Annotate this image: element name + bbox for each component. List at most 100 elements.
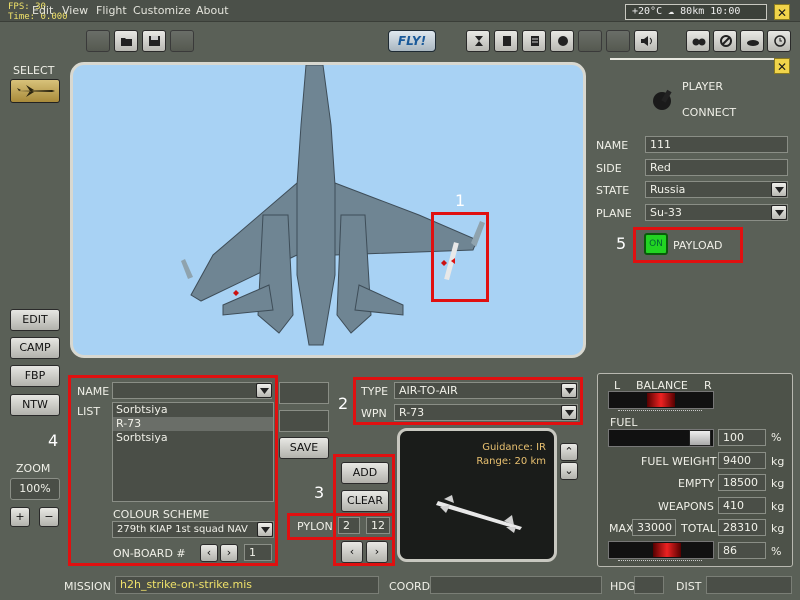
loadout-list-label: LIST xyxy=(77,405,101,418)
cg-handle[interactable] xyxy=(653,543,681,557)
annotation-2: 2 xyxy=(338,394,349,413)
clear-button[interactable]: CLEAR xyxy=(341,490,389,512)
payload-label: PAYLOAD xyxy=(673,239,723,252)
player-connect-switch[interactable] xyxy=(650,86,676,112)
preview-up-button[interactable]: ⌃ xyxy=(560,443,578,461)
side-field[interactable]: Red xyxy=(645,159,788,176)
mission-label: MISSION xyxy=(64,580,111,593)
type-select[interactable]: AIR-TO-AIR xyxy=(394,382,578,399)
type-dropdown-icon[interactable] xyxy=(561,383,577,398)
close-icon[interactable]: ✕ xyxy=(774,4,790,20)
document-icon[interactable] xyxy=(522,30,546,52)
su33-aircraft-render xyxy=(181,65,485,346)
binoculars-icon[interactable] xyxy=(686,30,710,52)
hourglass-icon[interactable] xyxy=(466,30,490,52)
clock-icon[interactable] xyxy=(767,30,791,52)
hdg-label: HDG xyxy=(610,580,636,593)
aircraft-silhouette-icon xyxy=(17,85,55,97)
new-icon[interactable] xyxy=(86,30,110,52)
payload-on-toggle[interactable]: ON xyxy=(644,233,668,255)
delete-icon[interactable] xyxy=(170,30,194,52)
wpn-dropdown-icon[interactable] xyxy=(561,405,577,420)
menu-about[interactable]: About xyxy=(196,4,229,17)
empty-value: 18500 xyxy=(718,474,766,491)
list-item-selected[interactable]: R-73 xyxy=(113,417,273,431)
wpn-label: WPN xyxy=(361,407,387,420)
no-entry-icon[interactable] xyxy=(713,30,737,52)
colour-scheme-label: COLOUR SCHEME xyxy=(113,508,210,521)
fbp-button[interactable]: FBP xyxy=(10,365,60,387)
menu-flight[interactable]: Flight xyxy=(96,4,127,17)
zoom-out-button[interactable]: − xyxy=(39,507,59,527)
select-label: SELECT xyxy=(13,64,55,77)
cg-value: 86 xyxy=(718,542,766,559)
player-label: PLAYER xyxy=(682,80,723,93)
aircraft-viewport[interactable] xyxy=(70,62,586,358)
edit-button[interactable]: EDIT xyxy=(10,309,60,331)
preview-down-button[interactable]: ⌄ xyxy=(560,462,578,480)
panel-close-icon[interactable]: ✕ xyxy=(774,58,790,74)
guidance-text: Guidance: IR xyxy=(482,442,546,453)
open-folder-icon[interactable] xyxy=(114,30,138,52)
balance-handle[interactable] xyxy=(647,393,675,407)
onboard-next-button[interactable]: › xyxy=(220,544,238,562)
onboard-value[interactable]: 1 xyxy=(244,544,272,561)
type-label: TYPE xyxy=(361,385,389,398)
menu-view[interactable]: View xyxy=(62,4,88,17)
wpn-select[interactable]: R-73 xyxy=(394,404,578,421)
loadout-name-select[interactable] xyxy=(112,382,272,399)
weapons-label: WEAPONS xyxy=(658,500,714,513)
pylon-next-button[interactable]: › xyxy=(366,541,388,563)
menu-edit[interactable]: Edit xyxy=(32,4,53,17)
name-field[interactable]: 111 xyxy=(645,136,788,153)
mission-file: h2h_strike-on-strike.mis xyxy=(115,576,379,594)
state-dropdown-icon[interactable] xyxy=(771,182,787,197)
pilot-head-icon[interactable] xyxy=(550,30,574,52)
camp-button[interactable]: CAMP xyxy=(10,337,60,359)
loadout-name-dropdown-icon[interactable] xyxy=(256,383,272,398)
clipboard-icon[interactable] xyxy=(494,30,518,52)
balance-slider[interactable] xyxy=(608,391,714,409)
panel-divider xyxy=(610,58,790,60)
empty-label: EMPTY xyxy=(678,477,715,490)
fuel-value[interactable]: 100 xyxy=(718,429,766,446)
menu-customize[interactable]: Customize xyxy=(133,4,191,17)
weapons-unit: kg xyxy=(771,500,785,513)
map-icon[interactable] xyxy=(578,30,602,52)
annotation-5: 5 xyxy=(616,234,627,253)
list-item[interactable]: Sorbtsiya xyxy=(113,431,273,445)
save-disk-icon[interactable] xyxy=(142,30,166,52)
colour-dropdown-icon[interactable] xyxy=(257,522,273,537)
state-select[interactable]: Russia xyxy=(645,181,788,198)
total-value: 28310 xyxy=(718,519,766,536)
total-label: TOTAL xyxy=(681,522,716,535)
colour-scheme-select[interactable]: 279th KIAP 1st squad NAV xyxy=(112,521,274,538)
hand-icon[interactable] xyxy=(606,30,630,52)
zoom-in-button[interactable]: + xyxy=(10,507,30,527)
add-button[interactable]: ADD xyxy=(341,462,389,484)
cg-ticks xyxy=(618,560,702,564)
annotation-1: 1 xyxy=(455,191,466,210)
cg-slider[interactable] xyxy=(608,541,714,559)
weather-icon[interactable] xyxy=(740,30,764,52)
plane-select[interactable]: Su-33 xyxy=(645,204,788,221)
cg-unit: % xyxy=(771,545,782,558)
connect-label: CONNECT xyxy=(682,106,737,119)
list-item[interactable]: Sorbtsiya xyxy=(113,403,273,417)
plane-dropdown-icon[interactable] xyxy=(771,205,787,220)
select-aircraft-button[interactable] xyxy=(10,79,60,103)
weather-readout: +20°C ☁ 80km 10:00 xyxy=(625,4,767,20)
fuel-dropdown-icon[interactable] xyxy=(689,430,711,446)
dist-value xyxy=(706,576,792,594)
fuel-weight-unit: kg xyxy=(771,455,785,468)
onboard-prev-button[interactable]: ‹ xyxy=(200,544,218,562)
pylon-prev-button[interactable]: ‹ xyxy=(341,541,363,563)
ntw-button[interactable]: NTW xyxy=(10,394,60,416)
speaker-icon[interactable] xyxy=(634,30,658,52)
save-button[interactable]: SAVE xyxy=(279,437,329,459)
fuel-slider[interactable] xyxy=(608,429,714,447)
empty-unit: kg xyxy=(771,477,785,490)
missile-render-icon xyxy=(436,495,522,533)
fly-button[interactable]: FLY! xyxy=(388,30,436,52)
loadout-list[interactable]: Sorbtsiya R-73 Sorbtsiya xyxy=(112,402,274,502)
